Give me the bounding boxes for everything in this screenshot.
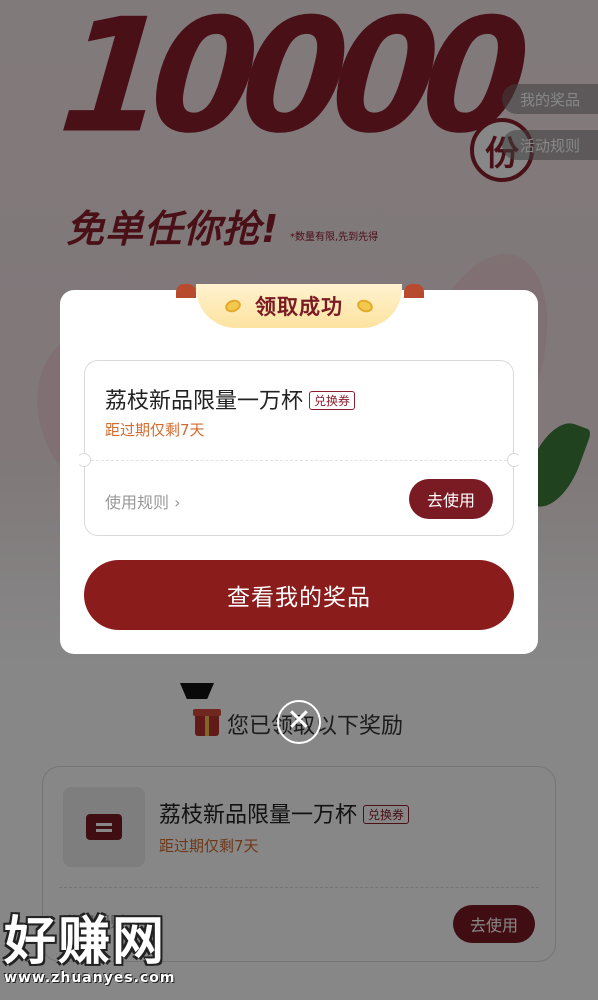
view-my-prizes-button[interactable]: 查看我的奖品 [84,560,514,630]
watermark-logo: 好赚网 [4,912,167,972]
coupon-notch [77,453,91,467]
watermark-url: www.zhuanyes.com [4,970,176,986]
coupon-name-label: 荔枝新品限量一万杯 [105,389,304,414]
coin-icon [223,297,243,315]
ribbon-ear [176,284,196,298]
claim-success-modal: 领取成功 荔枝新品限量一万杯 兑换券 距过期仅剩7天 使用规则 › 去使用 查看我… [60,284,538,654]
coupon-notch [507,453,521,467]
coupon-divider [91,460,507,461]
title-ribbon: 领取成功 [196,284,402,328]
ribbon-ear [404,284,424,298]
modal-title: 领取成功 [255,295,343,319]
coupon-card: 荔枝新品限量一万杯 兑换券 距过期仅剩7天 使用规则 › 去使用 [77,360,521,536]
use-coupon-button[interactable]: 去使用 [409,479,493,519]
voucher-tag: 兑换券 [309,391,356,410]
usage-rules-link[interactable]: 使用规则 › [105,489,181,513]
coin-icon [355,297,375,315]
coupon-expiry: 距过期仅剩7天 [105,421,205,439]
watermark: 好赚网 www.zhuanyes.com [4,916,176,986]
close-modal-button[interactable]: ✕ [277,700,321,744]
coupon-name: 荔枝新品限量一万杯 兑换券 [105,383,356,415]
